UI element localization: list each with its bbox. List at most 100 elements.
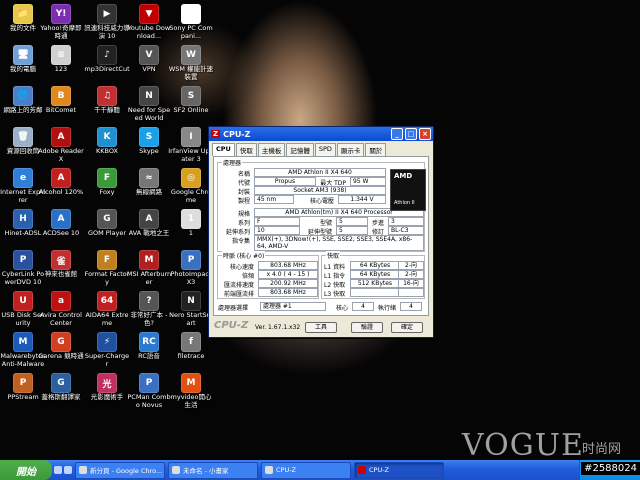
value-revision: BL-C3: [388, 226, 424, 235]
label-core-voltage: 核心電壓: [309, 198, 334, 205]
quicklaunch-icon[interactable]: [64, 466, 72, 474]
app-icon: ⚡: [97, 332, 117, 352]
desktop-icon[interactable]: ♪ mp3DirectCut: [84, 45, 130, 74]
desktop-icon-label: BitComet: [45, 106, 77, 114]
app-icon: H: [13, 209, 33, 229]
desktop-icon[interactable]: a Avira Control Center: [38, 291, 84, 327]
tab-cpu[interactable]: CPU: [212, 143, 235, 156]
tab-spd[interactable]: SPD: [314, 143, 336, 156]
start-button[interactable]: 開始: [0, 460, 52, 480]
desktop-icon[interactable]: A Adobe Reader X: [38, 127, 84, 163]
task-cpuz[interactable]: CPU-Z: [354, 461, 444, 479]
tab-cache[interactable]: 快取: [235, 143, 257, 156]
desktop-icon[interactable]: A ACDSee 10: [38, 209, 84, 238]
processor-selection-dropdown[interactable]: 處理器 #1: [260, 302, 326, 311]
desktop-icon[interactable]: 光光影魔術手: [84, 373, 130, 402]
desktop-icon-label: Youtube Download...: [127, 24, 171, 40]
value-ht-link: 803.68 MHz: [258, 288, 318, 297]
desktop-icon[interactable]: ♫ 千千靜聽: [84, 86, 130, 115]
desktop-icon[interactable]: A Alcohol 120%: [38, 168, 84, 197]
desktop-icon-label: KKBOX: [95, 147, 119, 155]
desktop-icon[interactable]: ≡ 123: [38, 45, 84, 74]
desktop-icon-label: ACDSee 10: [42, 229, 80, 237]
desktop-icon-label: Garena 競時通: [38, 352, 84, 360]
app-icon: I: [181, 127, 201, 147]
desktop-icon[interactable]: F Format Factory: [84, 250, 130, 286]
minimize-icon[interactable]: _: [391, 128, 403, 140]
desktop-icon[interactable]: K KKBOX: [84, 127, 130, 156]
cpuz-app-icon: Z: [211, 130, 221, 138]
close-icon[interactable]: ×: [419, 128, 431, 140]
desktop-icon[interactable]: B BitComet: [38, 86, 84, 115]
start-label: 開始: [16, 466, 36, 478]
desktop-icon[interactable]: 雀神來也雀館: [38, 250, 84, 279]
value-l1-inst-way: 2-向: [398, 270, 424, 279]
app-icon: S: [139, 127, 159, 147]
label-threads: 執行緒: [377, 305, 396, 312]
desktop-icon[interactable]: S Sony PC Compani...: [168, 4, 214, 40]
desktop-icon[interactable]: S SF2 Online: [168, 86, 214, 115]
cache-group: 快取 L1 資料 64 KBytes 2-向 L1 指令 64 KBytes 2…: [321, 251, 425, 299]
value-name: AMD Athlon II X4 640: [254, 168, 386, 177]
vogue-watermark: VOGUE: [462, 428, 584, 460]
desktop-icon[interactable]: ? 非常好广本 - 色?: [126, 291, 172, 327]
desktop-icon[interactable]: RC RC語音: [126, 332, 172, 361]
desktop-icon[interactable]: G GOM Player: [84, 209, 130, 238]
label-cores: 核心: [335, 305, 348, 312]
app-icon: ▶: [97, 4, 117, 24]
image-stamp: #2588024: [581, 462, 640, 475]
cpuz-title: CPU-Z: [223, 129, 251, 139]
desktop-icon[interactable]: ▶ 訊連科技威力導演 10: [84, 4, 130, 40]
desktop-icon[interactable]: M MSI Afterburner: [126, 250, 172, 286]
desktop-icon[interactable]: S Skype: [126, 127, 172, 156]
desktop-icon[interactable]: V VPN: [126, 45, 172, 74]
desktop-icon[interactable]: G 蓋格斯翻譯家: [38, 373, 84, 402]
label-ht-link: 前端匯流排: [223, 291, 254, 298]
maximize-icon[interactable]: □: [405, 128, 417, 140]
app-icon: N: [181, 291, 201, 311]
desktop-icon[interactable]: ≈ 無線網路: [126, 168, 172, 197]
label-ext-family: 延伸系列: [225, 229, 250, 236]
desktop-icon[interactable]: ▼ Youtube Download...: [126, 4, 172, 40]
desktop: 📁 我的文件 Y! Yahoo!奇摩即時通 ▶ 訊連科技威力導演 10 ▼ Youtube D…: [0, 0, 640, 460]
app-icon: ?: [139, 291, 159, 311]
tab-memory[interactable]: 記憶體: [286, 143, 314, 156]
tab-about[interactable]: 關於: [365, 143, 387, 156]
value-l1-data-size: 64 KBytes: [350, 261, 400, 270]
task-paint[interactable]: 未命名 - 小畫家: [168, 461, 258, 479]
ok-button[interactable]: 確定: [391, 322, 423, 333]
task-cpuz-folder[interactable]: CPU-Z: [261, 461, 351, 479]
app-icon: P: [181, 250, 201, 270]
desktop-icon-label: 123: [54, 65, 68, 73]
label-model: 型號: [319, 220, 332, 227]
desktop-icon[interactable]: W WSM 權能計速裝置: [168, 45, 214, 81]
desktop-icon[interactable]: Mmyvideo開心生活: [168, 373, 214, 409]
tab-graphics[interactable]: 顯示卡: [336, 143, 365, 156]
app-icon: ≡: [51, 45, 71, 65]
desktop-icon-label: PCMan Combo Novus: [127, 393, 171, 409]
quicklaunch-icon[interactable]: [54, 466, 62, 474]
desktop-icon[interactable]: Y! Yahoo!奇摩即時通: [38, 4, 84, 40]
desktop-icon-label: Skype: [139, 147, 159, 155]
desktop-icon-label: mp3DirectCut: [84, 65, 130, 73]
app-icon: 📁: [13, 4, 33, 24]
app-icon: M: [181, 373, 201, 393]
desktop-icon[interactable]: G Garena 競時通: [38, 332, 84, 361]
tab-mainboard[interactable]: 主機板: [257, 143, 286, 156]
desktop-icon[interactable]: ⚡ Super-Charger: [84, 332, 130, 368]
desktop-icon[interactable]: F Foxy: [84, 168, 130, 197]
app-icon: F: [97, 168, 117, 188]
desktop-icon-label: SF2 Online: [173, 106, 209, 114]
desktop-icon[interactable]: P PCMan Combo Novus: [126, 373, 172, 409]
tools-button[interactable]: 工具: [305, 322, 337, 333]
app-icon: U: [13, 291, 33, 311]
task-chrome[interactable]: 新分頁 - Google Chro...: [75, 461, 165, 479]
clocks-group: 時脈 (核心 #0) 核心速度 803.68 MHz 倍頻 x 4.0 ( 4 …: [217, 251, 319, 299]
cpuz-titlebar[interactable]: Z CPU-Z _ □ ×: [209, 127, 433, 141]
validate-button[interactable]: 驗證: [351, 322, 383, 333]
desktop-icon[interactable]: A AVA 戰地之王: [126, 209, 172, 238]
desktop-icon[interactable]: 64 AIDA64 Extreme: [84, 291, 130, 327]
app-icon: G: [97, 209, 117, 229]
desktop-icon[interactable]: N Need for Speed World: [126, 86, 172, 122]
value-max-tdp: 95 W: [350, 177, 386, 186]
